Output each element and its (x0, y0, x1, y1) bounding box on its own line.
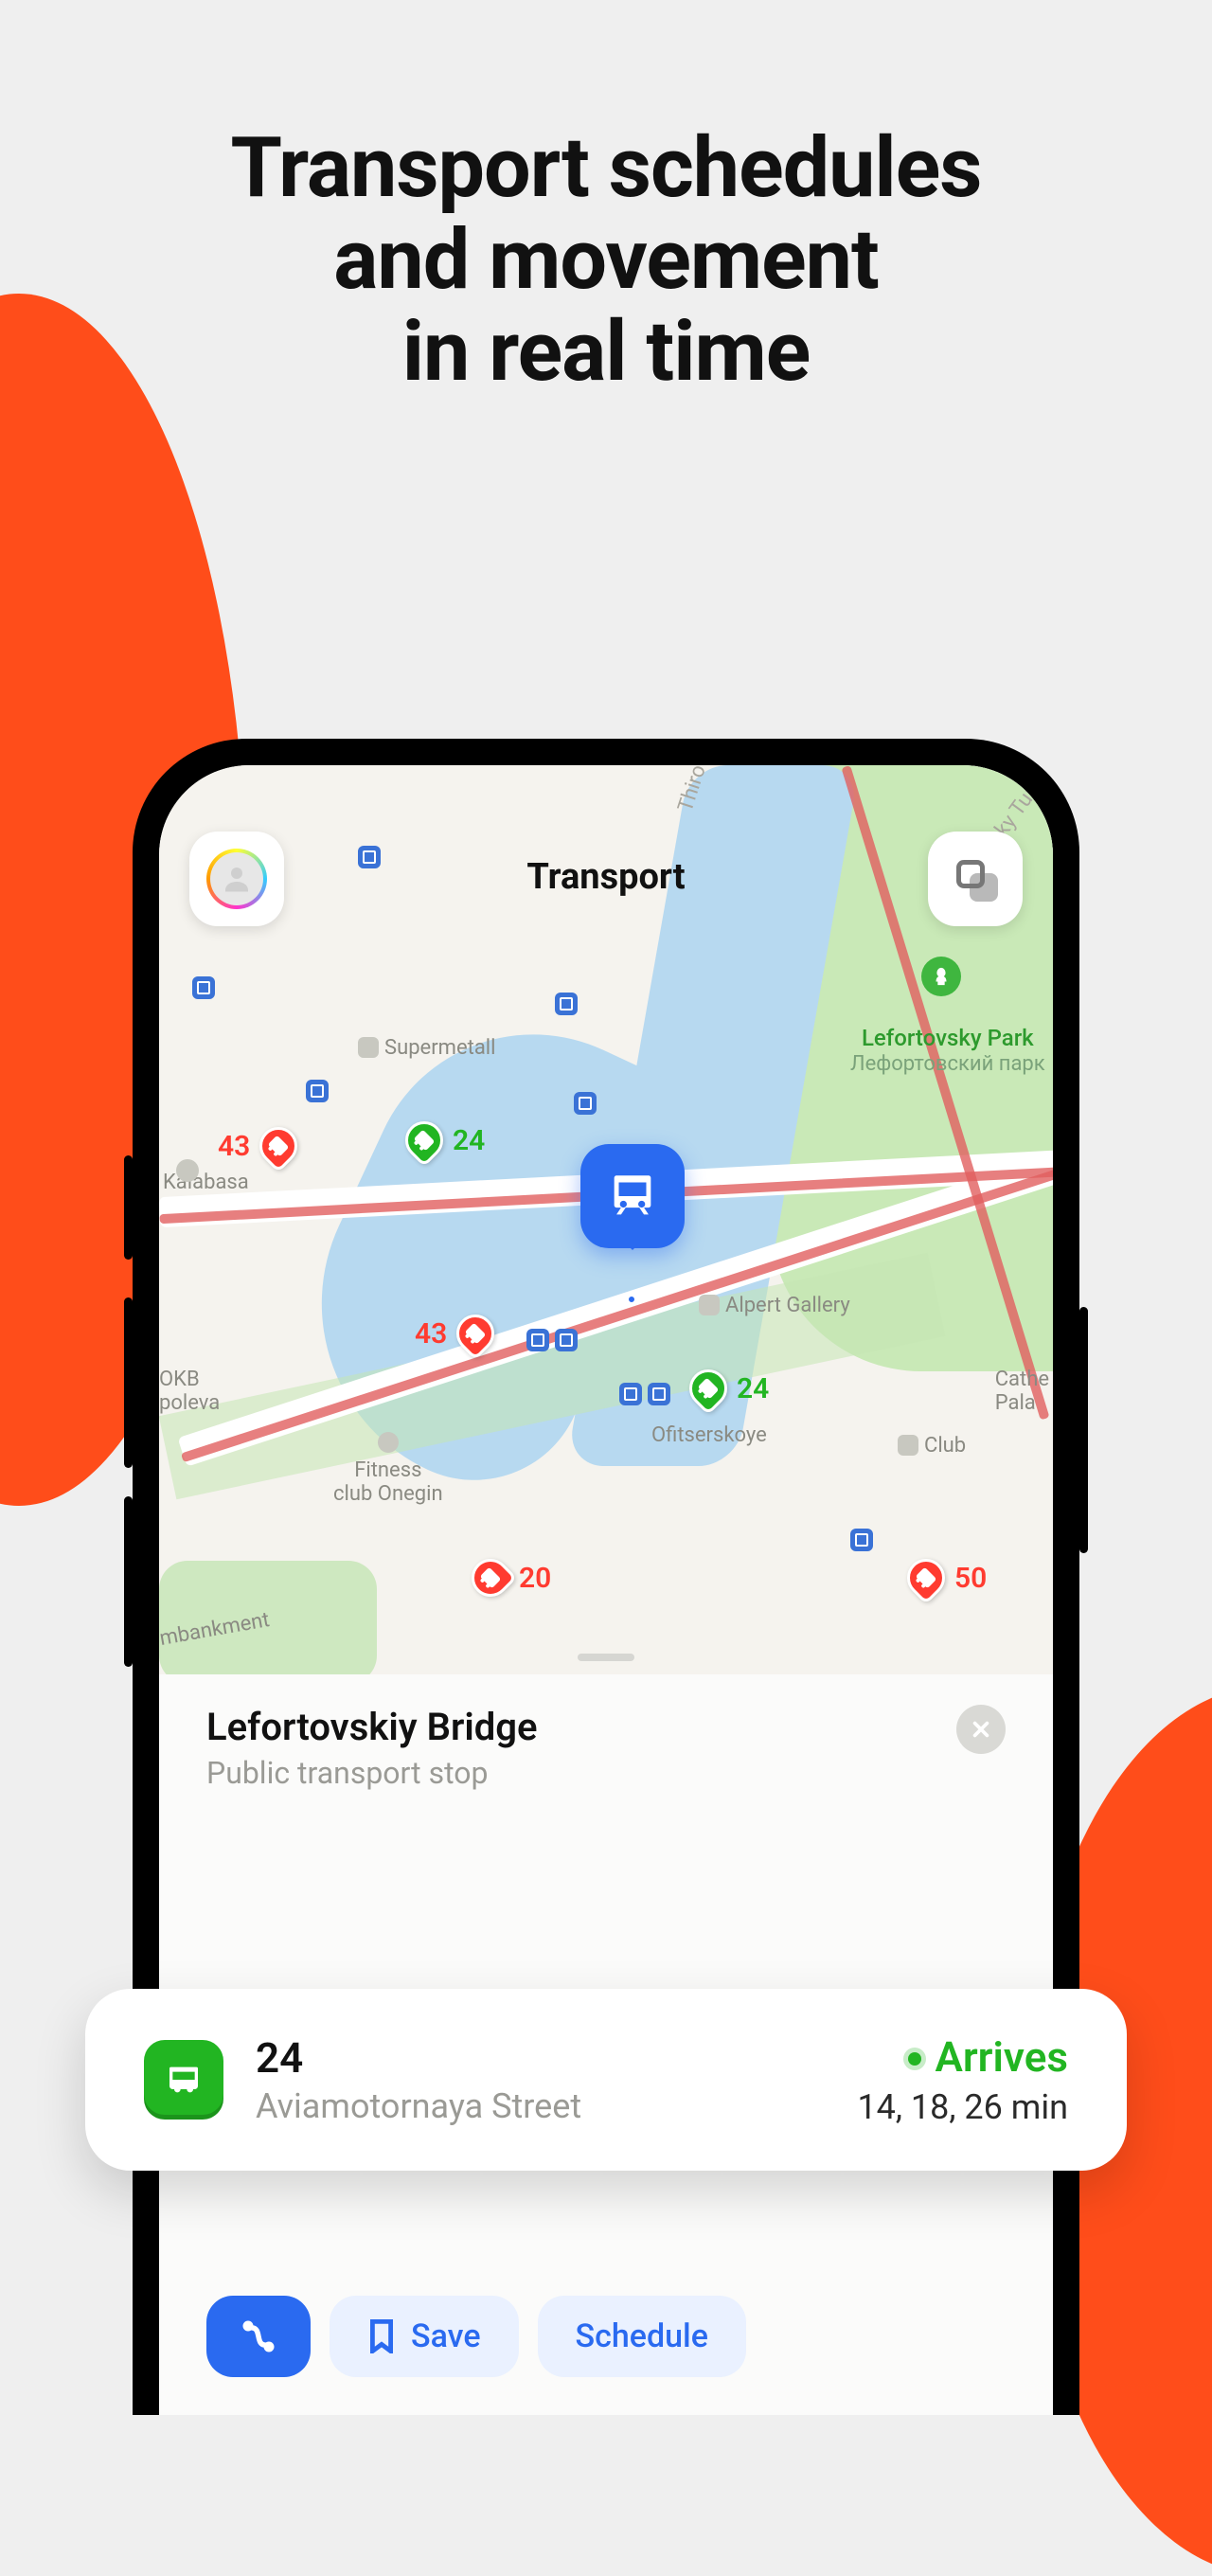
route-icon (238, 2316, 279, 2357)
transit-stop-icon[interactable] (555, 993, 578, 1015)
transit-stop-icon[interactable] (850, 1529, 873, 1551)
phone-side-button (124, 1155, 133, 1260)
phone-side-button (124, 1297, 133, 1468)
transit-stop-icon[interactable] (648, 1383, 670, 1405)
headline-line2: and movement (0, 215, 1212, 307)
park-pin-icon[interactable] (921, 957, 961, 996)
tram-icon (465, 1323, 487, 1345)
bookmark-icon (367, 2319, 396, 2353)
route-card-highlighted[interactable]: 24 Aviamotornaya Street Arrives 14, 18, … (85, 1989, 1127, 2171)
vehicle-pin-tram[interactable]: 50 (907, 1559, 987, 1597)
phone-side-button (1079, 1307, 1088, 1553)
vehicle-number: 50 (954, 1562, 987, 1595)
selected-stop-dot (626, 1294, 637, 1305)
map-poi: Ofitserskoye (651, 1423, 767, 1447)
map-poi: Club (898, 1434, 966, 1458)
stop-type: Public transport stop (206, 1755, 538, 1791)
transit-stop-icon[interactable] (526, 1329, 549, 1351)
transit-stop-icon[interactable] (192, 976, 215, 999)
vehicle-number: 24 (737, 1372, 769, 1405)
vehicle-pin-tram[interactable]: 43 (415, 1315, 494, 1352)
map-title: Transport (159, 856, 1053, 898)
schedule-button[interactable]: Schedule (538, 2296, 746, 2377)
stop-header: Lefortovskiy Bridge Public transport sto… (159, 1665, 1053, 1816)
sheet-grabber[interactable] (578, 1654, 634, 1661)
vehicle-pin-bus[interactable]: 24 (405, 1121, 485, 1159)
transit-stop-icon[interactable] (619, 1383, 642, 1405)
map-poi: OKBpoleva (159, 1368, 220, 1415)
close-button[interactable] (956, 1705, 1006, 1754)
stop-name: Lefortovskiy Bridge (206, 1705, 538, 1749)
bus-icon (698, 1378, 720, 1400)
selected-stop-pin[interactable] (580, 1144, 685, 1248)
vehicle-number: 43 (218, 1130, 250, 1163)
schedule-label: Schedule (576, 2317, 708, 2355)
save-label: Save (411, 2317, 481, 2355)
route-number: 24 (256, 2033, 857, 2083)
map-poi: Fitnessclub Onegin (333, 1432, 443, 1506)
live-indicator-icon (908, 2052, 921, 2066)
cafe-icon (176, 1159, 199, 1182)
vehicle-pin-bus[interactable]: 24 (689, 1369, 769, 1407)
tram-icon (916, 1567, 937, 1589)
vehicle-pin-tram[interactable]: 20 (472, 1559, 551, 1597)
bus-icon (414, 1130, 436, 1152)
save-button[interactable]: Save (330, 2296, 519, 2377)
vehicle-number: 20 (519, 1562, 551, 1595)
map-view[interactable]: Thiro ortovsky Tunnel Lefortovsky Park Л… (159, 765, 1053, 1674)
vehicle-pin-tram[interactable]: 43 (218, 1127, 297, 1165)
route-arrival-info: Arrives 14, 18, 26 min (857, 2032, 1068, 2127)
headline-line3: in real time (0, 307, 1212, 399)
tram-icon (268, 1136, 290, 1157)
map-poi: CathePala (995, 1368, 1049, 1415)
map-poi: Supermetall (358, 1036, 496, 1060)
map-poi: Alpert Gallery (699, 1294, 850, 1317)
transit-stop-icon[interactable] (555, 1329, 578, 1351)
close-icon (971, 1719, 991, 1740)
vehicle-number: 43 (415, 1317, 447, 1351)
phone-side-button (124, 1496, 133, 1667)
park-name: Lefortovsky Park (850, 1026, 1045, 1052)
route-times: 14, 18, 26 min (857, 2087, 1068, 2127)
bus-icon (144, 2040, 223, 2120)
park-name-ru: Лефортовский парк (850, 1052, 1045, 1076)
route-destination: Aviamotornaya Street (256, 2086, 857, 2126)
route-button[interactable] (206, 2296, 311, 2377)
transit-stop-icon[interactable] (306, 1080, 329, 1102)
map-park-label: Lefortovsky Park Лефортовский парк (850, 1026, 1045, 1076)
arrives-label: Arrives (935, 2032, 1068, 2082)
transit-stop-icon[interactable] (574, 1092, 597, 1115)
action-bar: Save Schedule (159, 2271, 1053, 2415)
tram-icon (480, 1567, 502, 1589)
tram-icon (605, 1169, 660, 1224)
headline-line1: Transport schedules (0, 123, 1212, 215)
promo-headline: Transport schedules and movement in real… (0, 123, 1212, 398)
vehicle-number: 24 (453, 1124, 485, 1157)
